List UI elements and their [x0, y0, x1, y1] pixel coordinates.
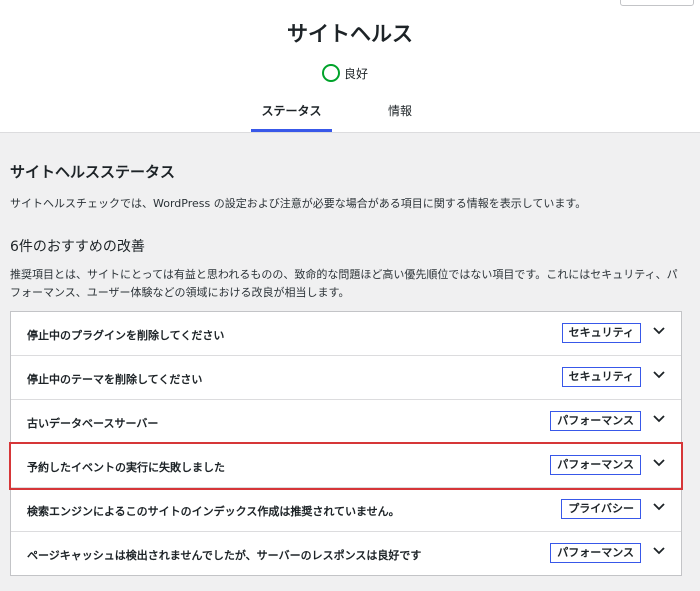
- tab-status[interactable]: ステータス: [251, 98, 332, 132]
- chevron-down-icon[interactable]: [651, 499, 667, 515]
- chevron-down-icon[interactable]: [651, 455, 667, 471]
- tab-bar: ステータス 情報: [0, 98, 700, 132]
- tab-info[interactable]: 情報: [370, 98, 430, 129]
- category-badge: パフォーマンス: [550, 543, 641, 563]
- category-badge: パフォーマンス: [550, 411, 641, 431]
- issues-list: 停止中のプラグインを削除してください セキュリティ 停止中のテーマを削除してくだ…: [9, 311, 683, 576]
- chevron-down-icon[interactable]: [651, 411, 667, 427]
- category-badge: プライバシー: [561, 499, 641, 519]
- status-ring-icon: [322, 64, 340, 82]
- issue-label: ページキャッシュは検出されませんでしたが、サーバーのレスポンスは良好です: [27, 549, 422, 562]
- chevron-down-icon[interactable]: [651, 323, 667, 339]
- section-title: サイトヘルスステータス: [10, 163, 176, 181]
- chevron-down-icon[interactable]: [651, 543, 667, 559]
- page-title: サイトヘルス: [287, 22, 413, 46]
- issue-label: 停止中のプラグインを削除してください: [27, 329, 225, 342]
- site-health-header: サイトヘルス 良好 ステータス 情報: [0, 0, 700, 133]
- category-badge: セキュリティ: [561, 323, 641, 343]
- recommended-description: 推奨項目とは、サイトにとっては有益と思われるものの、致命的な問題ほど高い優先順位…: [10, 268, 678, 299]
- status-label: 良好: [344, 66, 369, 81]
- category-badge: セキュリティ: [561, 367, 641, 387]
- category-badge: パフォーマンス: [550, 455, 641, 475]
- issue-label: 古いデータベースサーバー: [27, 417, 159, 430]
- issue-row-old-database[interactable]: 古いデータベースサーバー パフォーマンス: [11, 400, 681, 444]
- section-description: サイトヘルスチェックでは、WordPress の設定および注意が必要な場合がある…: [10, 197, 587, 210]
- recommended-count-title: 6件のおすすめの改善: [10, 239, 145, 255]
- issue-label: 停止中のテーマを削除してください: [27, 373, 203, 386]
- help-button[interactable]: [620, 0, 694, 6]
- issue-row-page-cache[interactable]: ページキャッシュは検出されませんでしたが、サーバーのレスポンスは良好です パフォ…: [11, 532, 681, 575]
- issue-row-scheduled-events[interactable]: 予約したイベントの実行に失敗しました パフォーマンス: [9, 442, 683, 490]
- issue-row-inactive-plugins[interactable]: 停止中のプラグインを削除してください セキュリティ: [11, 312, 681, 356]
- issue-row-inactive-themes[interactable]: 停止中のテーマを削除してください セキュリティ: [11, 356, 681, 400]
- issue-row-search-indexing[interactable]: 検索エンジンによるこのサイトのインデックス作成は推奨されていません。 プライバシ…: [11, 488, 681, 532]
- issue-label: 検索エンジンによるこのサイトのインデックス作成は推奨されていません。: [27, 505, 400, 518]
- chevron-down-icon[interactable]: [651, 367, 667, 383]
- issue-label: 予約したイベントの実行に失敗しました: [27, 461, 225, 474]
- health-score: 良好: [322, 64, 368, 82]
